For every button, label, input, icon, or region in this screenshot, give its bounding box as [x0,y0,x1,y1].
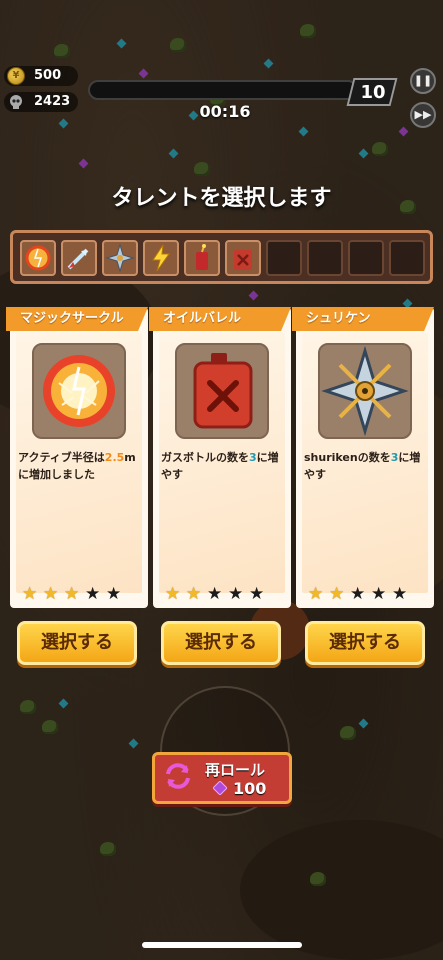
star-icon: ★ [22,584,38,604]
desc-prefix: shurikenの数を [304,451,391,464]
gem-icon [213,781,227,795]
star-rating: ★ ★ ★ ★ ★ [22,585,142,603]
skill-slot [143,240,179,276]
skill-slot-empty [348,240,384,276]
lightning-icon [152,244,170,272]
level-text: 10 [360,82,386,103]
card-description: アクティブ半径は2.5m に増加しました [18,449,140,483]
star-rating: ★ ★ ★ ★ ★ [308,585,428,603]
coin-counter: ¥ 500 [4,66,78,86]
star-icon: ★ [207,584,223,604]
desc-prefix: アクティブ半径は [18,451,105,464]
card-title: シュリケン [292,307,434,331]
talent-card-oil-barrel[interactable]: オイルバレル ガスボトルの数を3に増やす ★ ★ ★ ★ ★ [149,307,291,608]
skill-slot [61,240,97,276]
card-image [32,343,126,439]
star-icon: ★ [308,584,324,604]
skull-icon [10,95,22,109]
desc-unit: m [124,451,136,464]
shuriken-icon [105,243,135,273]
star-icon: ★ [249,584,265,604]
card-description: shurikenの数を3に増やす [304,449,426,483]
coin-count: 500 [34,68,62,83]
star-icon: ★ [165,584,181,604]
star-icon: ★ [85,584,101,604]
coin-icon: ¥ [7,67,25,85]
select-button-oil-barrel[interactable]: 選択する [161,621,281,665]
star-icon: ★ [350,584,366,604]
star-icon: ★ [329,584,345,604]
talent-card-shuriken[interactable]: シュリケン shurikenの数を3に増やす ★ ★ ★ ★ ★ [292,307,434,608]
desc-prefix: ガスボトルの数を [161,451,249,464]
select-button-shuriken[interactable]: 選択する [305,621,425,665]
pause-button[interactable]: ❚❚ [410,68,436,94]
star-icon: ★ [392,584,408,604]
skill-slot [184,240,220,276]
skill-slot [20,240,56,276]
reroll-cost: 100 [233,779,267,798]
oil-barrel-icon [234,250,252,270]
star-icon: ★ [106,584,122,604]
page-title: タレントを選択します [111,186,332,211]
skill-slot-empty [307,240,343,276]
xp-progress-bar [88,80,358,100]
owned-skills-bar [10,230,433,284]
oil-barrel-icon [193,353,253,429]
desc-value: 3 [249,451,257,464]
fast-forward-icon: ▶▶ [414,108,432,121]
reroll-label: 再ロール [205,761,266,779]
select-button-magic-circle[interactable]: 選択する [17,621,137,665]
skill-slot [102,240,138,276]
star-icon: ★ [228,584,244,604]
star-rating: ★ ★ ★ ★ ★ [165,585,285,603]
pause-icon: ❚❚ [413,74,433,87]
game-timer: 00:16 [199,102,251,121]
card-title: マジックサークル [6,307,148,331]
kill-counter: 2423 [4,92,78,112]
star-icon: ★ [64,584,80,604]
skill-slot-empty [389,240,425,276]
magic-circle-icon [25,245,51,271]
arrow-icon [67,248,89,270]
magic-circle-icon [43,355,115,427]
skill-slot-empty [266,240,302,276]
card-image [318,343,412,439]
star-icon: ★ [371,584,387,604]
shuriken-icon [321,345,409,437]
star-icon: ★ [43,584,59,604]
card-image [175,343,269,439]
fast-forward-button[interactable]: ▶▶ [410,102,436,128]
skill-slot [225,240,261,276]
card-title: オイルバレル [149,307,291,331]
home-indicator[interactable] [142,942,302,948]
reroll-button[interactable]: 再ロール 100 [152,752,292,804]
talent-card-magic-circle[interactable]: マジックサークル アクティブ半径は2.5mに増加しました ★ ★ ★ ★ ★ [6,307,148,608]
kill-count: 2423 [34,94,71,109]
star-icon: ★ [186,584,202,604]
desc-value: 2.5 [104,451,125,464]
refresh-icon [166,763,190,789]
card-description: ガスボトルの数を3に増やす [161,449,283,483]
desc-suffix: に増加しました [18,468,95,481]
firecracker-icon [196,244,208,270]
